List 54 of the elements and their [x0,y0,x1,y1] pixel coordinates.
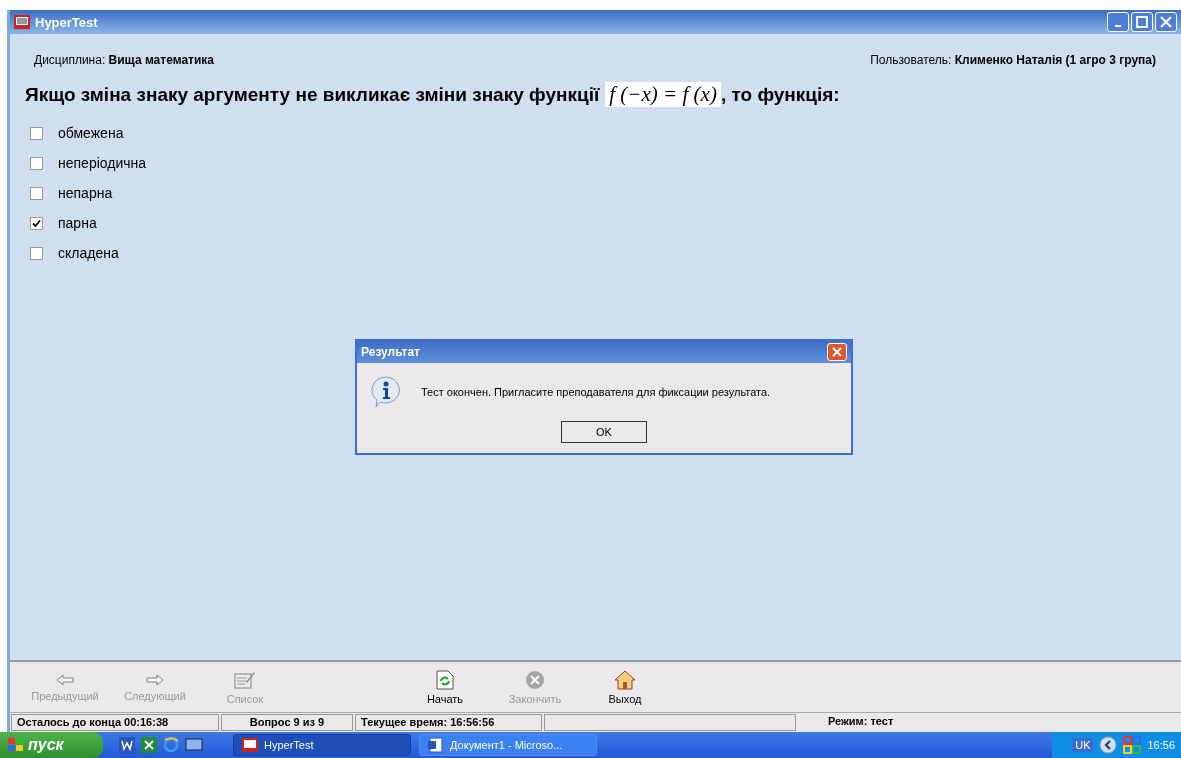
windows-flag-icon [8,738,24,752]
taskbar-button[interactable]: HyperTest [233,734,411,756]
window-title: HyperTest [35,14,98,30]
discipline-label: Дисциплина: Вища математика [34,53,214,67]
option-label[interactable]: обмежена [58,125,124,141]
checkbox[interactable] [30,126,43,140]
checkbox[interactable] [30,156,43,170]
user-label: Пользователь: Клименко Наталія (1 агро 3 група) [870,53,1156,67]
maximize-icon [1136,16,1148,28]
option-label[interactable]: непарна [58,185,113,201]
left-arrow-icon [56,672,74,687]
desktop-icon[interactable] [185,737,203,753]
close-button[interactable] [827,343,847,361]
dialog-message: Тест окончен. Пригласите преподавателя для фиксации результата. [421,386,771,398]
clock: 16:56 [1147,739,1175,751]
status-label: Режим: тест [827,714,895,729]
checkbox[interactable] [30,186,43,200]
excel-icon[interactable] [141,737,157,753]
minimize-button[interactable] [1107,12,1129,32]
status-label: Осталось до конца 00:16:38 [11,714,219,731]
dialog-title: Результат [361,345,420,359]
maximize-button[interactable] [1131,12,1153,32]
question-text: Якщо зміна знаку аргументу не викликає зміни знаку функції [25,83,600,106]
document-refresh-icon [436,669,454,690]
cancel-icon [525,669,545,690]
right-arrow-icon [146,672,164,687]
option-label[interactable]: неперіодична [58,155,147,171]
close-icon [1160,16,1172,28]
taskbar-button[interactable]: Документ1 - Microso... [419,734,597,756]
office-icon[interactable] [1123,736,1142,754]
question-text-end: , то функція: [720,83,840,106]
status-label: Текущее время: 16:56:56 [355,714,542,731]
status-label: Вопрос 9 из 9 [221,714,353,731]
chevron-icon[interactable] [1099,736,1118,754]
close-button[interactable] [1155,12,1177,32]
document-icon [428,737,444,753]
home-icon [614,669,636,690]
app-icon [14,15,30,29]
word-icon[interactable] [119,737,135,753]
toolbar-button[interactable]: Выход [580,669,670,705]
checkbox[interactable] [30,216,43,230]
app-icon [242,738,258,752]
option-label[interactable]: парна [58,215,97,231]
formula: f (−x) = f (x) [605,82,721,107]
close-icon [832,347,842,357]
checkbox[interactable] [30,246,43,260]
info-icon [369,375,403,409]
minimize-icon [1115,25,1121,27]
ok-button[interactable]: OK [561,421,647,443]
option-label[interactable]: складена [58,245,119,261]
browser-icon[interactable] [163,737,179,753]
toolbar-button[interactable]: Начать [400,669,490,705]
notepad-icon [234,669,256,690]
language-indicator[interactable]: UK [1072,738,1094,752]
